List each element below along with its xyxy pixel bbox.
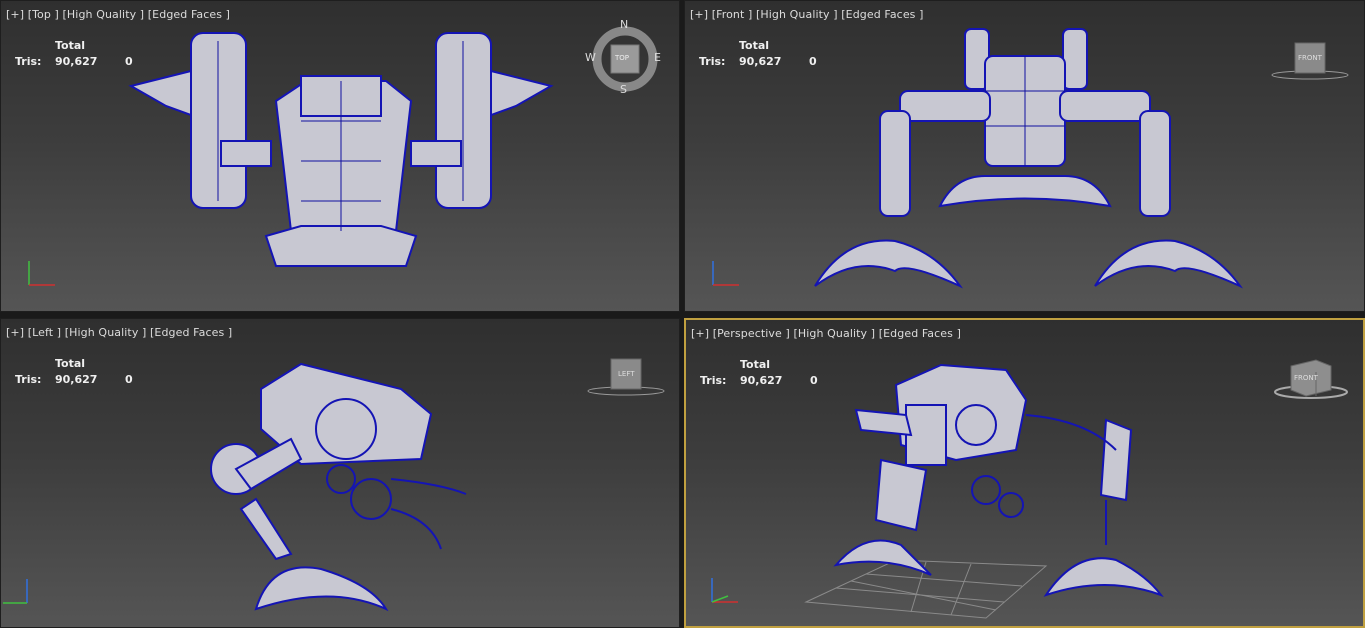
robot-top-view [128, 32, 554, 267]
compass-south: S [620, 83, 627, 96]
robot-perspective-view [804, 363, 1164, 619]
compass-west: W [585, 51, 596, 64]
viewcube[interactable]: FRONT [1270, 41, 1350, 81]
robot-left-view [210, 362, 467, 612]
axis-tripod-icon [3, 579, 28, 604]
viewcube-face-label: LEFT [618, 370, 635, 378]
axis-tripod-icon [711, 578, 738, 603]
viewcube[interactable]: LEFT [586, 357, 666, 397]
viewport-perspective[interactable]: [+] [Perspective ] [High Quality ] [Edge… [684, 318, 1365, 628]
robot-front-view [814, 28, 1243, 289]
viewcube-face-label: FRONT [1298, 54, 1322, 62]
compass-north: N [620, 18, 629, 31]
viewcube[interactable]: FRONT [1271, 358, 1351, 402]
axis-tripod-icon [28, 261, 55, 286]
viewport-front[interactable]: [+] [Front ] [High Quality ] [Edged Face… [684, 0, 1365, 312]
viewcube-face-label: FRONT [1294, 374, 1318, 382]
compass-east: E [654, 51, 661, 64]
viewcube-compass[interactable]: TOP N S E W [585, 18, 661, 96]
axis-tripod-icon [712, 261, 739, 286]
viewport-left[interactable]: [+] [Left ] [High Quality ] [Edged Faces… [0, 318, 680, 628]
viewport-top[interactable]: [+] [Top ] [High Quality ] [Edged Faces … [0, 0, 680, 312]
viewcube-face-label: TOP [615, 54, 630, 62]
